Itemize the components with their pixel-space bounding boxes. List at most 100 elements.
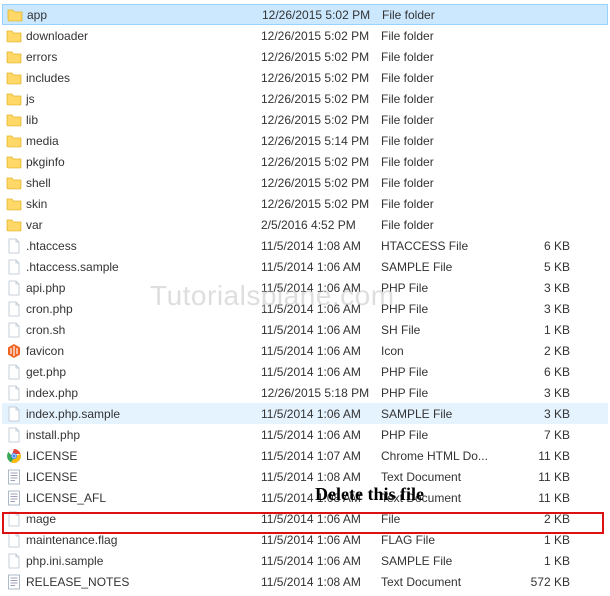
file-row[interactable]: LICENSE11/5/2014 1:08 AMText Document11 …: [2, 466, 608, 487]
file-size: 2 KB: [506, 512, 576, 526]
file-row[interactable]: errors12/26/2015 5:02 PMFile folder: [2, 46, 608, 67]
file-type: File folder: [381, 50, 506, 64]
folder-icon: [6, 154, 22, 170]
file-date: 11/5/2014 1:06 AM: [261, 554, 381, 568]
file-row[interactable]: cron.php11/5/2014 1:06 AMPHP File3 KB: [2, 298, 608, 319]
file-icon: [6, 406, 22, 422]
file-name-cell: media: [6, 133, 261, 149]
generic-file-icon: [6, 553, 22, 569]
folder-icon: [6, 70, 22, 86]
chrome-icon: [6, 448, 22, 464]
file-row[interactable]: api.php11/5/2014 1:06 AMPHP File3 KB: [2, 277, 608, 298]
file-row[interactable]: cron.sh11/5/2014 1:06 AMSH File1 KB: [2, 319, 608, 340]
file-size: 11 KB: [506, 470, 576, 484]
folder-icon: [6, 196, 22, 212]
file-row[interactable]: get.php11/5/2014 1:06 AMPHP File6 KB: [2, 361, 608, 382]
file-icon: [6, 280, 22, 296]
file-type: File folder: [381, 134, 506, 148]
file-icon: [6, 301, 22, 317]
file-date: 12/26/2015 5:02 PM: [261, 176, 381, 190]
file-date: 11/5/2014 1:08 AM: [261, 575, 381, 589]
file-icon: [6, 553, 22, 569]
folder-icon: [6, 112, 22, 128]
file-name-cell: get.php: [6, 364, 261, 380]
file-name-cell: php.ini.sample: [6, 553, 261, 569]
file-type: File folder: [381, 113, 506, 127]
file-date: 11/5/2014 1:06 AM: [261, 260, 381, 274]
text-icon: [6, 490, 22, 506]
file-type: File folder: [381, 176, 506, 190]
file-name: lib: [26, 113, 38, 127]
folder-icon: [6, 196, 22, 212]
file-row[interactable]: php.ini.sample 11/5/2014 1:06 AMSAMPLE Fi…: [2, 550, 608, 571]
folder-icon: [6, 49, 22, 65]
file-size: 572 KB: [506, 575, 576, 589]
file-name-cell: maintenance.flag: [6, 532, 261, 548]
file-row[interactable]: mage11/5/2014 1:06 AMFile2 KB: [2, 508, 608, 529]
file-row[interactable]: js12/26/2015 5:02 PMFile folder: [2, 88, 608, 109]
file-name: errors: [26, 50, 57, 64]
folder-icon: [7, 7, 23, 23]
file-size: 11 KB: [506, 449, 576, 463]
file-row[interactable]: RELEASE_NOTES11/5/2014 1:08 AMText Docum…: [2, 571, 608, 592]
file-row[interactable]: install.php11/5/2014 1:06 AMPHP File7 KB: [2, 424, 608, 445]
file-name: favicon: [26, 344, 64, 358]
file-type: PHP File: [381, 281, 506, 295]
file-name: pkginfo: [26, 155, 65, 169]
file-name: get.php: [26, 365, 66, 379]
file-date: 12/26/2015 5:02 PM: [262, 8, 382, 22]
file-size: 11 KB: [506, 491, 576, 505]
file-icon: [6, 385, 22, 401]
file-date: 11/5/2014 1:06 AM: [261, 428, 381, 442]
file-type: Text Document: [381, 575, 506, 589]
file-name-cell: mage: [6, 511, 261, 527]
magento-icon: [6, 343, 22, 359]
file-row[interactable]: maintenance.flag11/5/2014 1:06 AMFLAG Fi…: [2, 529, 608, 550]
file-type: Text Document: [381, 491, 506, 505]
folder-icon: [6, 91, 22, 107]
text-file-icon: [6, 574, 22, 590]
file-row[interactable]: LICENSE11/5/2014 1:07 AMChrome HTML Do..…: [2, 445, 608, 466]
file-row[interactable]: var2/5/2016 4:52 PMFile folder: [2, 214, 608, 235]
file-icon: [6, 238, 22, 254]
file-name-cell: favicon: [6, 343, 261, 359]
file-name: php.ini.sample: [26, 554, 103, 568]
file-date: 11/5/2014 1:06 AM: [261, 281, 381, 295]
file-row[interactable]: LICENSE_AFL11/5/2014 1:08 AMText Documen…: [2, 487, 608, 508]
file-size: 7 KB: [506, 428, 576, 442]
file-date: 12/26/2015 5:02 PM: [261, 155, 381, 169]
file-date: 12/26/2015 5:02 PM: [261, 92, 381, 106]
file-icon: [6, 511, 22, 527]
file-name-cell: index.php.sample: [6, 406, 261, 422]
file-icon: [6, 427, 22, 443]
file-name: .htaccess: [26, 239, 77, 253]
file-size: 2 KB: [506, 344, 576, 358]
file-size: 1 KB: [506, 323, 576, 337]
file-type: SAMPLE File: [381, 407, 506, 421]
file-row[interactable]: lib12/26/2015 5:02 PMFile folder: [2, 109, 608, 130]
file-row[interactable]: favicon11/5/2014 1:06 AMIcon2 KB: [2, 340, 608, 361]
file-name-cell: skin: [6, 196, 261, 212]
file-name-cell: api.php: [6, 280, 261, 296]
folder-icon: [6, 217, 22, 233]
file-icon: [6, 259, 22, 275]
file-row[interactable]: downloader12/26/2015 5:02 PMFile folder: [2, 25, 608, 46]
file-row[interactable]: pkginfo12/26/2015 5:02 PMFile folder: [2, 151, 608, 172]
file-row[interactable]: includes12/26/2015 5:02 PMFile folder: [2, 67, 608, 88]
file-row[interactable]: app12/26/2015 5:02 PMFile folder: [2, 4, 608, 25]
file-size: 3 KB: [506, 407, 576, 421]
file-row[interactable]: index.php.sample11/5/2014 1:06 AMSAMPLE …: [2, 403, 608, 424]
file-name: js: [26, 92, 35, 106]
file-type: SAMPLE File: [381, 554, 506, 568]
file-name-cell: .htaccess: [6, 238, 261, 254]
file-row[interactable]: media12/26/2015 5:14 PMFile folder: [2, 130, 608, 151]
file-type: File folder: [381, 197, 506, 211]
file-name: includes: [26, 71, 70, 85]
file-row[interactable]: .htaccess11/5/2014 1:08 AMHTACCESS File6…: [2, 235, 608, 256]
file-row[interactable]: skin12/26/2015 5:02 PMFile folder: [2, 193, 608, 214]
file-row[interactable]: .htaccess.sample11/5/2014 1:06 AMSAMPLE …: [2, 256, 608, 277]
file-row[interactable]: shell12/26/2015 5:02 PMFile folder: [2, 172, 608, 193]
file-name-cell: RELEASE_NOTES: [6, 574, 261, 590]
file-row[interactable]: index.php12/26/2015 5:18 PMPHP File3 KB: [2, 382, 608, 403]
file-size: 5 KB: [506, 260, 576, 274]
